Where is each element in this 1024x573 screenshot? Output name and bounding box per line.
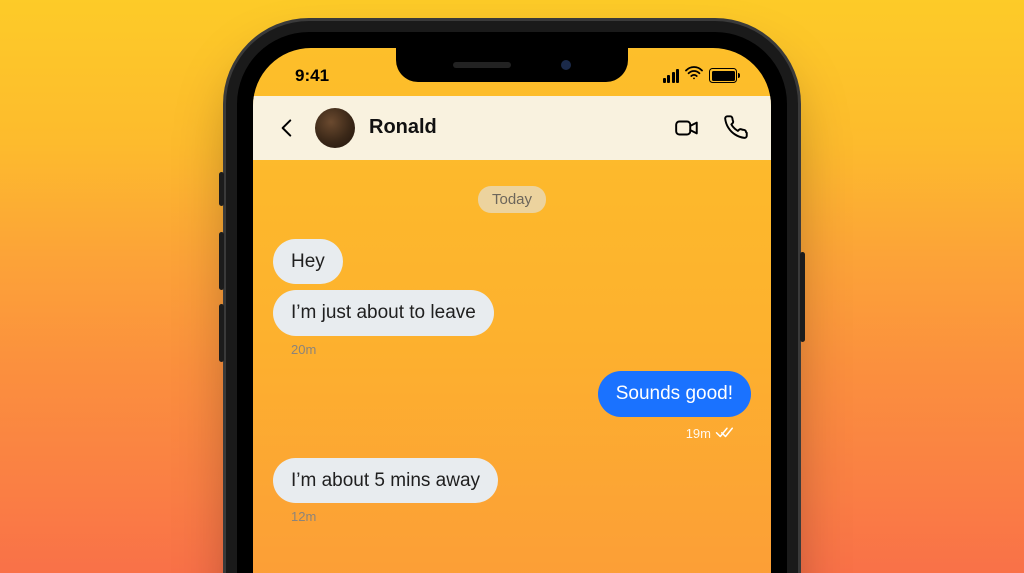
message-timestamp: 20m <box>291 342 316 357</box>
cellular-icon <box>663 69 680 83</box>
message-meta: 12m <box>273 509 751 524</box>
mute-switch <box>219 172 224 206</box>
notch <box>396 48 628 82</box>
status-indicators <box>663 66 738 85</box>
speaker-grill <box>453 62 511 68</box>
avatar[interactable] <box>315 108 355 148</box>
chat-header: Ronald <box>253 96 771 160</box>
phone-screen: 9:41 Ronald <box>253 48 771 573</box>
background: 9:41 Ronald <box>0 0 1024 573</box>
video-call-icon[interactable] <box>673 114 701 142</box>
volume-down-button <box>219 304 224 362</box>
status-time: 9:41 <box>295 66 329 86</box>
power-button <box>800 252 805 342</box>
message-timestamp: 12m <box>291 509 316 524</box>
message-in[interactable]: I’m about 5 mins away <box>273 458 751 504</box>
volume-up-button <box>219 232 224 290</box>
read-receipt-icon <box>715 423 733 444</box>
front-camera <box>561 60 571 70</box>
battery-icon <box>709 68 737 83</box>
voice-call-icon[interactable] <box>723 114 751 142</box>
message-in[interactable]: Hey <box>273 239 751 285</box>
message-meta: 20m <box>273 342 751 357</box>
message-text: I’m about 5 mins away <box>273 458 498 504</box>
message-in[interactable]: I’m just about to leave <box>273 290 751 336</box>
wifi-icon <box>685 66 703 85</box>
phone-frame: 9:41 Ronald <box>237 32 787 573</box>
message-out[interactable]: Sounds good! <box>273 371 751 417</box>
back-icon[interactable] <box>273 114 301 142</box>
message-text: Sounds good! <box>598 371 751 417</box>
day-separator: Today <box>478 186 546 213</box>
message-meta: 19m <box>273 423 751 444</box>
contact-name[interactable]: Ronald <box>369 116 659 139</box>
message-text: I’m just about to leave <box>273 290 494 336</box>
message-text: Hey <box>273 239 343 285</box>
chat-body[interactable]: Today Hey I’m just about to leave 20m So… <box>253 160 771 573</box>
message-timestamp: 19m <box>686 426 711 441</box>
